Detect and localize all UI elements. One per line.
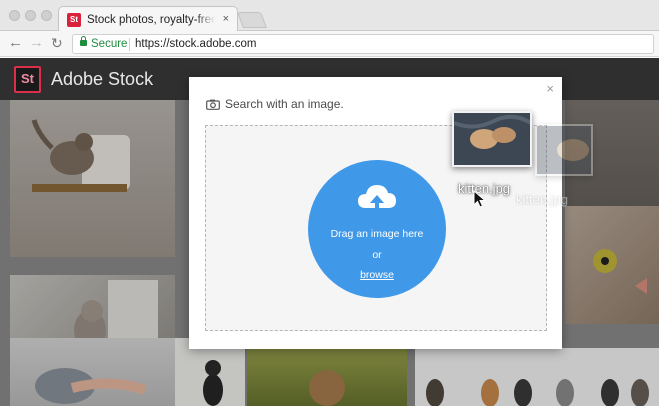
- stock-photo-kitten-grass[interactable]: [247, 348, 407, 406]
- search-with-image-label: Search with an image.: [225, 97, 344, 111]
- tab-title: Stock photos, royalty-free images: [87, 14, 215, 26]
- window-zoom-dot[interactable]: [41, 10, 52, 21]
- upload-circle[interactable]: Drag an image here or browse: [308, 160, 446, 298]
- secure-label: Secure: [91, 38, 128, 50]
- forward-arrow-icon[interactable]: →: [29, 35, 44, 51]
- mouse-pointer-icon: [473, 190, 487, 208]
- brand-name[interactable]: Adobe Stock: [51, 69, 153, 89]
- stock-photo-cat-closeup[interactable]: [565, 206, 659, 324]
- cloud-upload-icon: [358, 185, 396, 216]
- adobe-stock-logo[interactable]: St: [14, 66, 41, 93]
- window-minimize-dot[interactable]: [25, 10, 36, 21]
- dragged-image-thumbnail[interactable]: [452, 111, 532, 167]
- page-content: St Adobe Stock × Search with an image. D…: [0, 58, 659, 406]
- url-text[interactable]: https://stock.adobe.com: [135, 38, 256, 51]
- drag-image-text: Drag an image here: [330, 228, 424, 240]
- address-separator: [129, 38, 130, 51]
- tab-close-icon[interactable]: ×: [223, 12, 229, 26]
- or-text: or: [372, 249, 382, 261]
- camera-icon: [206, 99, 220, 110]
- dragged-file-name-ghost: kitten.jpg: [516, 192, 569, 207]
- lock-icon: [80, 36, 87, 46]
- browser-tab-bar: St Stock photos, royalty-free images ×: [0, 0, 659, 32]
- browser-tab-active[interactable]: St Stock photos, royalty-free images ×: [58, 6, 238, 32]
- new-tab-button[interactable]: [237, 12, 267, 28]
- dragged-image-ghost: [535, 124, 593, 176]
- browse-link[interactable]: browse: [308, 269, 446, 281]
- stock-photo-cat-in-pot[interactable]: [10, 100, 175, 257]
- reload-icon[interactable]: ↻: [51, 35, 63, 51]
- back-arrow-icon[interactable]: ←: [8, 35, 23, 51]
- address-bar[interactable]: Secure https://stock.adobe.com: [72, 34, 654, 54]
- stock-photo-kittens-row[interactable]: [415, 348, 659, 406]
- adobe-stock-favicon-icon: St: [67, 13, 81, 27]
- window-close-dot[interactable]: [9, 10, 20, 21]
- browser-nav-bar: ← → ↻ Secure https://stock.adobe.com: [0, 31, 659, 57]
- close-icon[interactable]: ×: [546, 82, 554, 96]
- stock-photo-cat-hand[interactable]: [10, 338, 175, 406]
